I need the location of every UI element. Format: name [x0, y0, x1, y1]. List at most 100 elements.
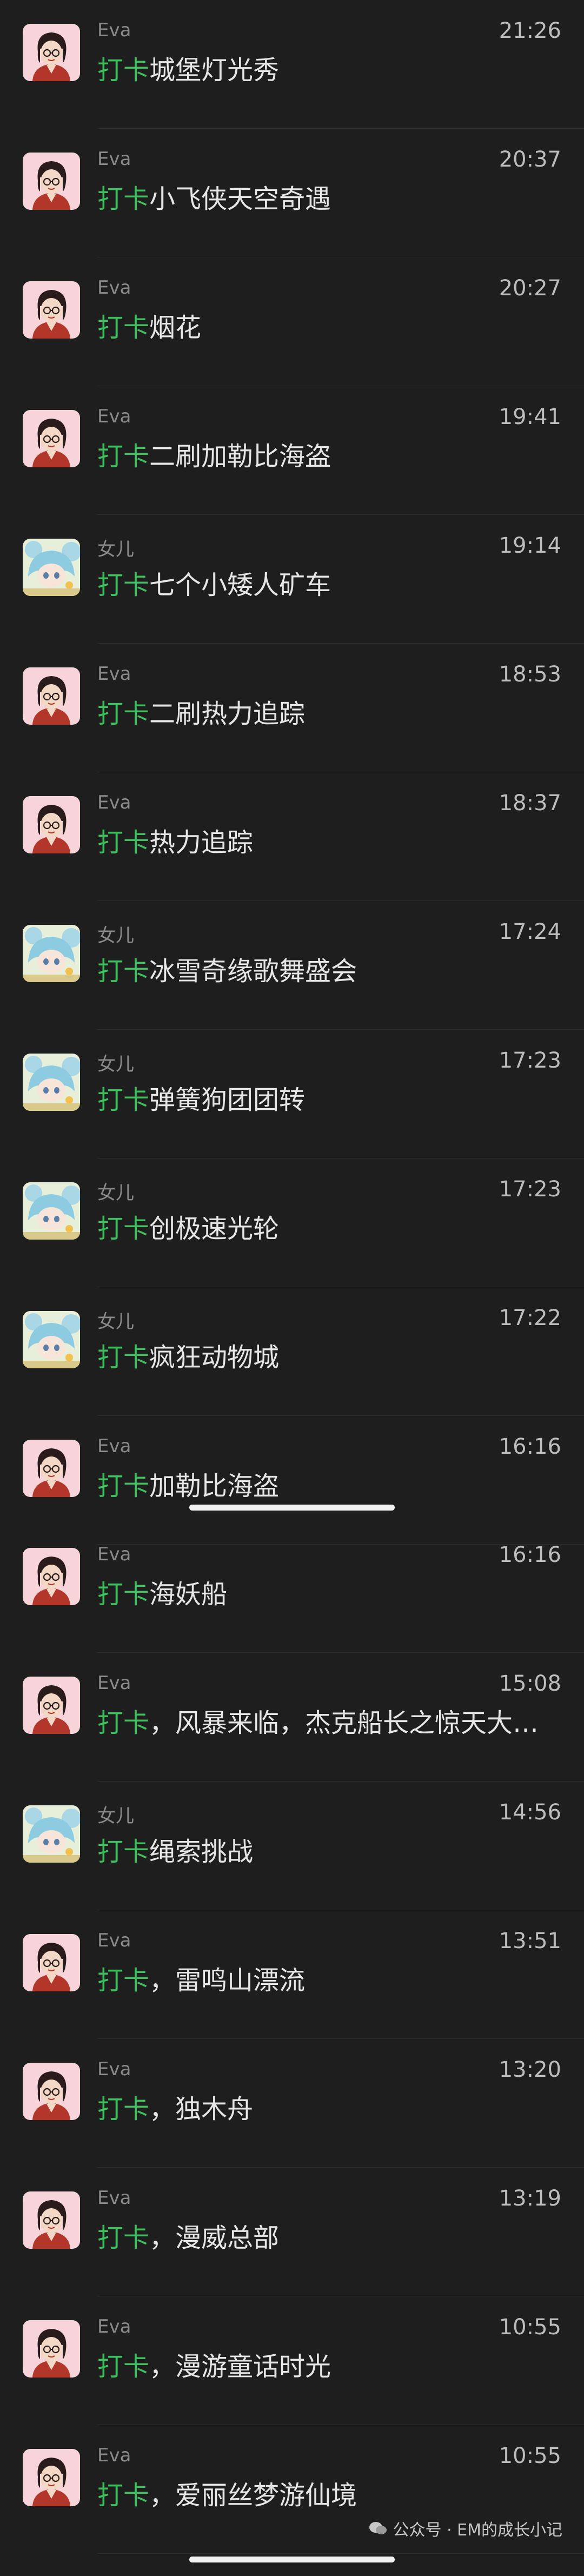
eva-avatar-icon[interactable]	[23, 1934, 80, 1991]
eva-avatar-icon[interactable]	[23, 281, 80, 339]
message-text: 打卡绳索挑战	[97, 1830, 552, 1868]
message-text: 打卡二刷加勒比海盗	[97, 435, 552, 473]
eva-avatar-icon[interactable]	[23, 2320, 80, 2378]
message-row[interactable]: 女儿 17:22 打卡疯狂动物城	[0, 1287, 584, 1416]
message-time: 16:16	[499, 1434, 561, 1459]
message-row[interactable]: 女儿 19:14 打卡七个小矮人矿车	[0, 515, 584, 644]
message-row[interactable]: Eva 19:41 打卡二刷加勒比海盗	[0, 386, 584, 515]
message-row[interactable]: 女儿 17:23 打卡弹簧狗团团转	[0, 1030, 584, 1158]
checkin-tag: 打卡	[97, 1708, 150, 1738]
eva-avatar-icon[interactable]	[23, 667, 80, 725]
eva-avatar-icon[interactable]	[23, 2449, 80, 2506]
message-row[interactable]: 女儿 17:23 打卡创极速光轮	[0, 1158, 584, 1287]
message-row[interactable]: Eva 20:27 打卡烟花	[0, 257, 584, 386]
daughter-avatar-icon[interactable]	[23, 925, 80, 982]
daughter-avatar-icon[interactable]	[23, 1805, 80, 1863]
sender-name: Eva	[97, 1435, 131, 1457]
message-text: 打卡，爱丽丝梦游仙境	[97, 2474, 552, 2512]
message-time: 15:08	[499, 1671, 561, 1696]
eva-avatar-icon[interactable]	[23, 410, 80, 467]
daughter-avatar-icon[interactable]	[23, 539, 80, 596]
message-text: 打卡冰雪奇缘歌舞盛会	[97, 950, 552, 988]
daughter-avatar-icon[interactable]	[23, 1054, 80, 1111]
message-row[interactable]: Eva 18:37 打卡热力追踪	[0, 772, 584, 901]
divider	[97, 2553, 584, 2554]
message-body: 绳索挑战	[149, 1837, 254, 1867]
message-time: 20:37	[499, 147, 561, 172]
checkin-tag: 打卡	[97, 1214, 150, 1244]
watermark-text: 公众号 · EM的成长小记	[393, 2521, 562, 2540]
sender-name: Eva	[97, 2187, 131, 2209]
message-text: 打卡海妖船	[97, 1573, 552, 1611]
checkin-tag: 打卡	[97, 2094, 150, 2124]
sender-name: Eva	[97, 277, 131, 299]
checkin-tag: 打卡	[97, 1965, 150, 1996]
eva-avatar-icon[interactable]	[23, 2191, 80, 2249]
daughter-avatar-icon[interactable]	[23, 1311, 80, 1368]
eva-avatar-icon[interactable]	[23, 153, 80, 210]
message-text: 打卡烟花	[97, 306, 552, 344]
message-time: 10:55	[499, 2315, 561, 2340]
message-row[interactable]: 女儿 14:56 打卡绳索挑战	[0, 1782, 584, 1910]
message-text: 打卡创极速光轮	[97, 1207, 552, 1245]
home-indicator[interactable]	[189, 1505, 395, 1511]
message-row[interactable]: Eva 15:08 打卡，风暴来临，杰克船长之惊天大…	[0, 1653, 584, 1782]
message-body: 七个小矮人矿车	[149, 570, 331, 600]
checkin-tag: 打卡	[97, 2352, 150, 2382]
message-row[interactable]: Eva 13:20 打卡，独木舟	[0, 2039, 584, 2168]
sender-name: 女儿	[97, 539, 134, 560]
message-row[interactable]: Eva 10:55 打卡，漫游童话时光	[0, 2296, 584, 2425]
message-row[interactable]: Eva 21:26 打卡城堡灯光秀	[0, 0, 584, 129]
message-text: 打卡，风暴来临，杰克船长之惊天大…	[97, 1701, 552, 1739]
checkin-tag: 打卡	[97, 184, 150, 214]
message-time: 13:19	[499, 2186, 561, 2211]
message-body: ，漫威总部	[149, 2223, 280, 2253]
checkin-tag: 打卡	[97, 1579, 150, 1610]
message-row[interactable]: Eva 13:19 打卡，漫威总部	[0, 2168, 584, 2296]
checkin-tag: 打卡	[97, 313, 150, 343]
message-row[interactable]: Eva 18:53 打卡二刷热力追踪	[0, 644, 584, 772]
message-time: 21:26	[499, 18, 561, 43]
message-text: 打卡，漫威总部	[97, 2216, 552, 2254]
message-time: 17:22	[499, 1306, 561, 1330]
eva-avatar-icon[interactable]	[23, 2063, 80, 2120]
message-text: 打卡二刷热力追踪	[97, 692, 552, 730]
sender-name: Eva	[97, 2316, 131, 2337]
eva-avatar-icon[interactable]	[23, 1440, 80, 1497]
message-body: 二刷加勒比海盗	[149, 441, 331, 472]
message-body: 海妖船	[149, 1579, 228, 1610]
watermark: 公众号 · EM的成长小记	[368, 2517, 562, 2540]
sender-name: Eva	[97, 1672, 131, 1694]
message-body: 小飞侠天空奇遇	[149, 184, 331, 214]
eva-avatar-icon[interactable]	[23, 24, 80, 81]
message-row[interactable]: 女儿 17:24 打卡冰雪奇缘歌舞盛会	[0, 901, 584, 1030]
message-time: 18:53	[499, 662, 561, 687]
message-text: 打卡小飞侠天空奇遇	[97, 177, 552, 215]
message-row[interactable]: Eva 20:37 打卡小飞侠天空奇遇	[0, 129, 584, 257]
checkin-tag: 打卡	[97, 570, 150, 600]
daughter-avatar-icon[interactable]	[23, 1182, 80, 1240]
message-body: 二刷热力追踪	[149, 699, 306, 729]
message-body: ，独木舟	[149, 2094, 254, 2124]
checkin-tag: 打卡	[97, 1471, 150, 1501]
message-body: 冰雪奇缘歌舞盛会	[149, 956, 357, 986]
eva-avatar-icon[interactable]	[23, 796, 80, 853]
message-text: 打卡，独木舟	[97, 2088, 552, 2125]
message-time: 16:16	[499, 1542, 561, 1567]
checkin-tag: 打卡	[97, 1342, 150, 1373]
home-indicator-bottom[interactable]	[189, 2557, 395, 2562]
message-body: 热力追踪	[149, 827, 254, 858]
eva-avatar-icon[interactable]	[23, 1677, 80, 1734]
message-row[interactable]: Eva 13:51 打卡，雷鸣山漂流	[0, 1910, 584, 2039]
sender-name: Eva	[97, 19, 131, 41]
message-text: 打卡热力追踪	[97, 821, 552, 859]
message-time: 17:24	[499, 919, 561, 944]
checkin-tag: 打卡	[97, 956, 150, 986]
eva-avatar-icon[interactable]	[23, 1548, 80, 1605]
message-time: 14:56	[499, 1800, 561, 1825]
message-body: ，爱丽丝梦游仙境	[149, 2480, 357, 2511]
checkin-tag: 打卡	[97, 441, 150, 472]
message-row[interactable]: Eva 16:16 打卡海妖船	[0, 1524, 584, 1653]
sender-name: Eva	[97, 792, 131, 813]
message-body: 疯狂动物城	[149, 1342, 280, 1373]
